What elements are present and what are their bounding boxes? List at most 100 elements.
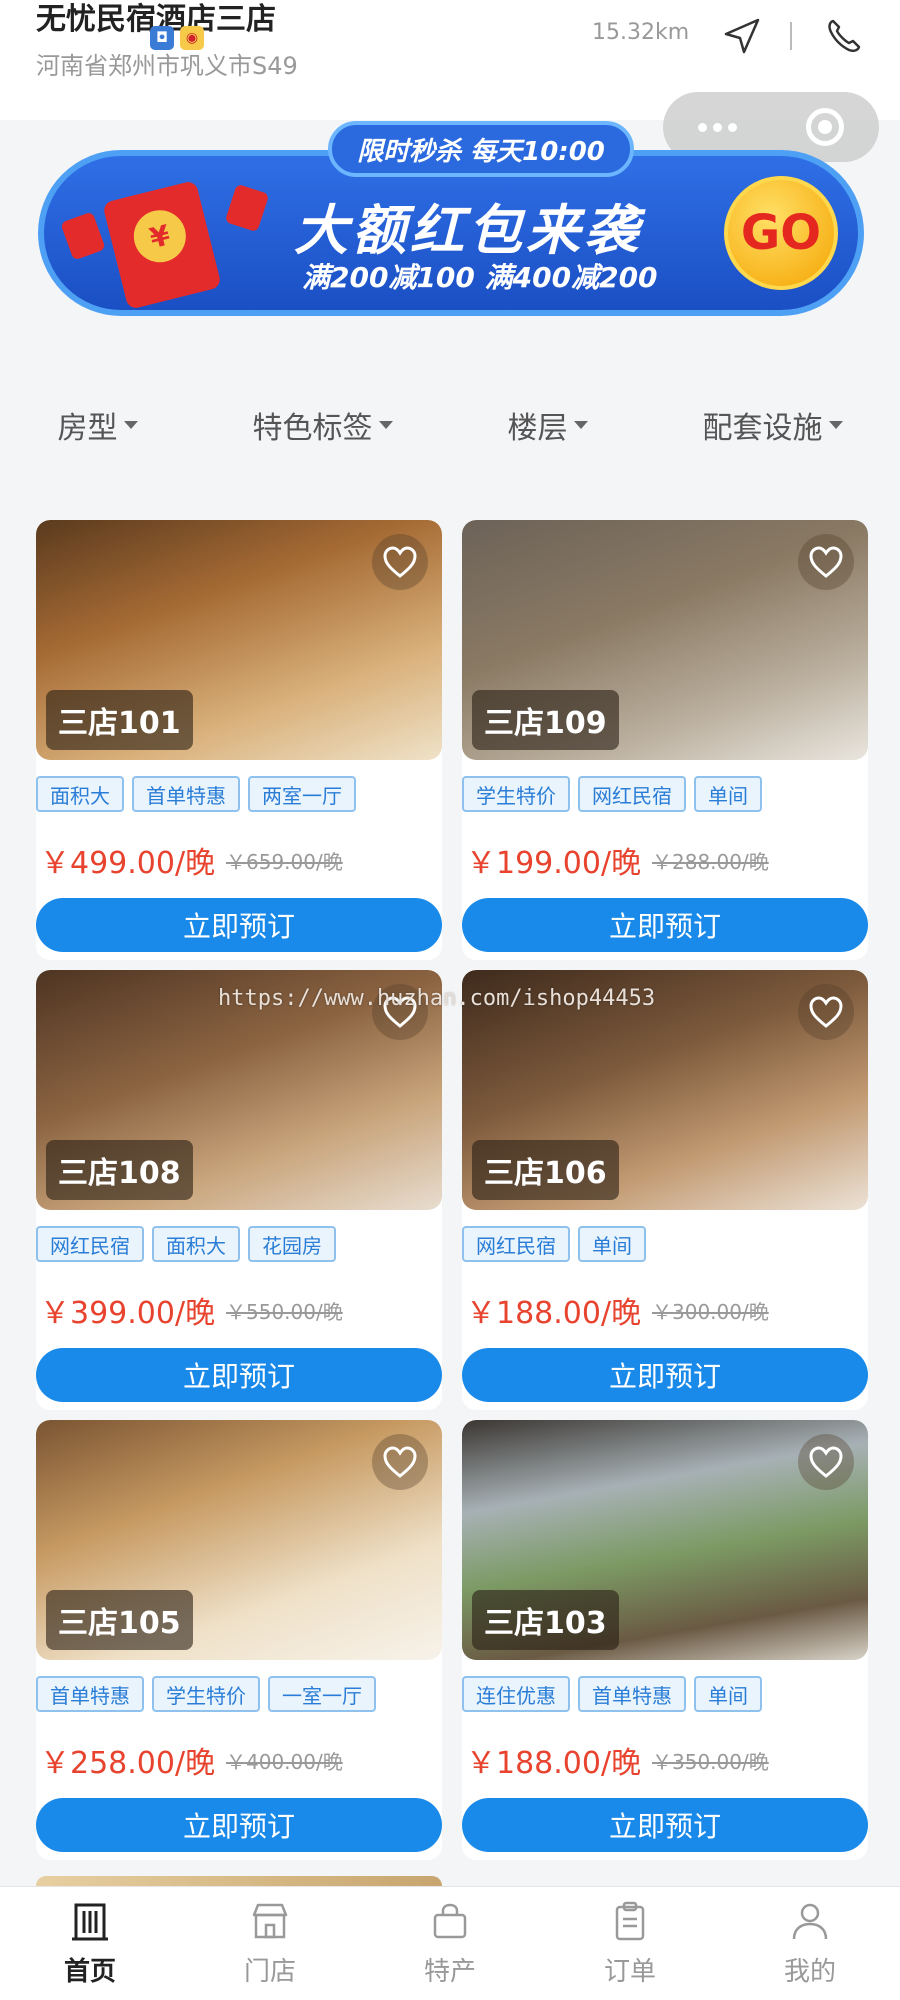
book-now-button[interactable]: 立即预订 (462, 1798, 868, 1852)
room-tags: 网红民宿 面积大 花园房 (36, 1226, 336, 1262)
tab-mine[interactable]: 我的 (720, 1887, 900, 2000)
room-tag: 面积大 (36, 776, 124, 812)
room-tag: 一室一厅 (268, 1676, 376, 1712)
room-price: ￥188.00/晚 (466, 1746, 642, 1781)
room-tag: 单间 (694, 776, 762, 812)
filter-bar: 房型 特色标签 楼层 配套设施 (0, 370, 900, 480)
room-card[interactable]: 三店109 学生特价 网红民宿 单间 ￥199.00/晚 ￥288.00/晚 立… (462, 520, 868, 960)
room-name: 三店109 (472, 690, 619, 750)
room-tag: 首单特惠 (132, 776, 240, 812)
room-card[interactable]: 三店106 网红民宿 单间 ￥188.00/晚 ￥300.00/晚 立即预订 (462, 970, 868, 1410)
filter-facilities[interactable]: 配套设施 (703, 403, 843, 447)
favorite-heart-icon[interactable] (798, 534, 854, 590)
room-original-price: ￥350.00/晚 (652, 1750, 769, 1774)
caret-down-icon (123, 421, 138, 429)
room-name: 三店101 (46, 690, 193, 750)
shopping-bag-icon (433, 1903, 467, 1939)
favorite-heart-icon[interactable] (798, 1434, 854, 1490)
banner-flash-sale-label: 限时秒杀 每天10:00 (328, 121, 634, 177)
banner-headline: 大额红包来袭 (294, 199, 642, 262)
red-envelope-icon (60, 211, 106, 261)
room-tag: 单间 (578, 1226, 646, 1262)
tab-label: 订单 (603, 1957, 656, 1987)
filter-label: 特色标签 (252, 411, 373, 446)
room-card[interactable]: 三店103 连住优惠 首单特惠 单间 ￥188.00/晚 ￥350.00/晚 立… (462, 1420, 868, 1860)
room-card[interactable]: 三店101 面积大 首单特惠 两室一厅 ￥499.00/晚 ￥659.00/晚 … (36, 520, 442, 960)
tab-specialty[interactable]: 特产 (360, 1887, 540, 2000)
book-now-button[interactable]: 立即预订 (462, 898, 868, 952)
distance-text: 15.32km (592, 20, 690, 45)
room-card[interactable]: 三店105 首单特惠 学生特价 一室一厅 ￥258.00/晚 ￥400.00/晚… (36, 1420, 442, 1860)
room-tags: 网红民宿 单间 (462, 1226, 646, 1262)
filter-label: 房型 (57, 411, 118, 446)
watermark-text: https://www.huzhan.com/ishop44453 (218, 986, 656, 1011)
phone-icon[interactable] (822, 14, 866, 58)
room-tag: 单间 (694, 1676, 762, 1712)
favorite-heart-icon[interactable] (372, 1434, 428, 1490)
red-envelope-icon (224, 183, 270, 233)
close-target-icon[interactable] (771, 108, 879, 146)
tab-label: 特产 (423, 1957, 476, 1987)
divider (790, 22, 792, 50)
room-tag: 学生特价 (462, 776, 570, 812)
room-tag: 网红民宿 (462, 1226, 570, 1262)
favorite-heart-icon[interactable] (798, 984, 854, 1040)
room-price: ￥188.00/晚 (466, 1296, 642, 1331)
tab-store[interactable]: 门店 (180, 1887, 360, 2000)
room-price: ￥258.00/晚 (40, 1746, 216, 1781)
room-price: ￥499.00/晚 (40, 846, 216, 881)
favorite-heart-icon[interactable] (372, 534, 428, 590)
navigate-arrow-icon[interactable] (720, 14, 764, 58)
filter-feature-tags[interactable]: 特色标签 (253, 403, 393, 447)
room-price: ￥399.00/晚 (40, 1296, 216, 1331)
caret-down-icon (573, 421, 588, 429)
book-now-button[interactable]: 立即预订 (36, 1798, 442, 1852)
room-tag: 首单特惠 (36, 1676, 144, 1712)
tab-label: 门店 (243, 1957, 296, 1987)
clipboard-icon (615, 1901, 645, 1941)
room-original-price: ￥400.00/晚 (226, 1750, 343, 1774)
room-tags: 首单特惠 学生特价 一室一厅 (36, 1676, 376, 1712)
room-tags: 学生特价 网红民宿 单间 (462, 776, 762, 812)
more-icon[interactable] (663, 122, 771, 132)
room-tag: 连住优惠 (462, 1676, 570, 1712)
room-name: 三店108 (46, 1140, 193, 1200)
room-card[interactable]: 三店108 网红民宿 面积大 花园房 ￥399.00/晚 ￥550.00/晚 立… (36, 970, 442, 1410)
room-price: ￥199.00/晚 (466, 846, 642, 881)
room-tag: 网红民宿 (36, 1226, 144, 1262)
filter-floor[interactable]: 楼层 (508, 403, 588, 447)
room-tag: 花园房 (248, 1226, 336, 1262)
caret-down-icon (378, 421, 393, 429)
room-tag: 面积大 (152, 1226, 240, 1262)
filter-label: 楼层 (507, 411, 568, 446)
banner-subline: 满200减100 满400减200 (302, 261, 658, 294)
tab-label: 首页 (63, 1957, 116, 1987)
red-envelope-icon: ¥ (102, 180, 222, 310)
store-icon (252, 1903, 288, 1939)
room-tag: 网红民宿 (578, 776, 686, 812)
book-now-button[interactable]: 立即预订 (36, 898, 442, 952)
room-original-price: ￥288.00/晚 (652, 850, 769, 874)
caret-down-icon (828, 421, 843, 429)
room-tag: 首单特惠 (578, 1676, 686, 1712)
bottom-tab-bar: 首页 门店 特产 订单 我的 (0, 1886, 900, 2000)
room-original-price: ￥550.00/晚 (226, 1300, 343, 1324)
book-now-button[interactable]: 立即预订 (36, 1348, 442, 1402)
room-name: 三店103 (472, 1590, 619, 1650)
room-tags: 连住优惠 首单特惠 单间 (462, 1676, 762, 1712)
go-button[interactable]: GO (724, 176, 838, 290)
store-address: 河南省郑州市巩义市S49 (36, 52, 298, 80)
tab-orders[interactable]: 订单 (540, 1887, 720, 2000)
tab-label: 我的 (783, 1957, 836, 1987)
user-icon (792, 1903, 828, 1940)
room-tag: 两室一厅 (248, 776, 356, 812)
building-icon (72, 1903, 108, 1941)
tab-home[interactable]: 首页 (0, 1887, 180, 2000)
room-name: 三店105 (46, 1590, 193, 1650)
room-original-price: ￥659.00/晚 (226, 850, 343, 874)
book-now-button[interactable]: 立即预订 (462, 1348, 868, 1402)
filter-room-type[interactable]: 房型 (58, 403, 138, 447)
room-tags: 面积大 首单特惠 两室一厅 (36, 776, 356, 812)
room-original-price: ￥300.00/晚 (652, 1300, 769, 1324)
room-tag: 学生特价 (152, 1676, 260, 1712)
